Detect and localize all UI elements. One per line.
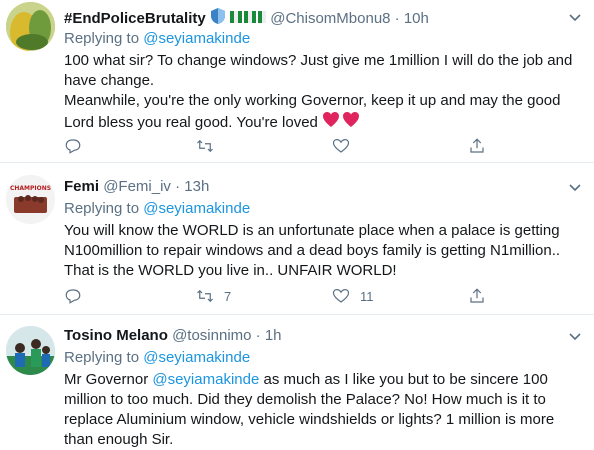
retweet-count: 7 xyxy=(224,288,232,304)
nigeria-flag-icon xyxy=(230,9,267,31)
tweet-text-line: million to too much. Did they demolish t… xyxy=(64,391,546,408)
display-name[interactable]: #EndPoliceBrutality xyxy=(64,10,206,27)
like-icon xyxy=(332,289,350,303)
reply-icon xyxy=(65,289,81,304)
more-chevron-icon[interactable] xyxy=(566,178,584,196)
heart-emoji-icon xyxy=(322,111,360,135)
tweet-actions xyxy=(64,136,504,156)
tweet-text-line: Mr Governor @seyiamakinde as much as I l… xyxy=(64,371,548,388)
tweet-text-line: than enough Sir. xyxy=(64,431,174,448)
like-button[interactable]: 11 xyxy=(332,286,374,306)
separator-dot: · xyxy=(175,178,181,195)
avatar[interactable] xyxy=(6,2,55,51)
tweet-text-line: Meanwhile, you're the only working Gover… xyxy=(64,92,561,109)
tweet-header: #EndPoliceBrutality @ChisomMbonu8 · 10h xyxy=(64,7,584,27)
avatar[interactable]: CHAMPIONS xyxy=(6,175,55,224)
replying-to-label: Replying to xyxy=(64,349,144,366)
reply-button[interactable] xyxy=(64,136,92,156)
reply-icon xyxy=(65,139,81,154)
like-button[interactable] xyxy=(332,136,360,156)
tweet-text-line: replace Aluminium window, vehicle windsh… xyxy=(64,411,555,428)
user-handle[interactable]: @ChisomMbonu8 xyxy=(270,10,390,27)
tweet-text-line: You will know the WORLD is an unfortunat… xyxy=(64,222,560,239)
replying-to-label: Replying to xyxy=(64,30,144,47)
replying-to: Replying to @seyiamakinde xyxy=(64,348,584,368)
user-handle[interactable]: @tosinnimo xyxy=(172,327,251,344)
tweet-text-line: Lord bless you real good. You're loved xyxy=(64,111,584,135)
tweet-text-line: have change. xyxy=(64,72,155,89)
tweet-text-line: N100million to repair windows and a dead… xyxy=(64,242,561,259)
retweet-button[interactable] xyxy=(196,136,224,156)
more-chevron-icon[interactable] xyxy=(566,327,584,345)
display-name[interactable]: Femi xyxy=(64,178,99,195)
replying-to: Replying to @seyiamakinde xyxy=(64,199,584,219)
tweet-header: Tosino Melano @tosinnimo · 1h xyxy=(64,326,584,346)
display-name[interactable]: Tosino Melano xyxy=(64,327,168,344)
user-handle[interactable]: @Femi_iv xyxy=(103,178,171,195)
share-button[interactable] xyxy=(468,136,486,156)
tweet-text-line: 100 what sir? To change windows? Just gi… xyxy=(64,52,573,69)
separator-dot: · xyxy=(394,10,400,27)
avatar[interactable] xyxy=(6,326,55,375)
avatar-text: CHAMPIONS xyxy=(10,185,51,192)
more-chevron-icon[interactable] xyxy=(566,8,584,26)
replying-to-mention[interactable]: @seyiamakinde xyxy=(143,349,250,366)
timestamp[interactable]: 10h xyxy=(404,10,429,27)
tweet-1[interactable]: #EndPoliceBrutality @ChisomMbonu8 · 10h … xyxy=(0,0,594,163)
tweet-2[interactable]: CHAMPIONS Femi @Femi_iv · 13h Replying t… xyxy=(0,163,594,315)
retweet-button[interactable]: 7 xyxy=(196,286,231,306)
like-icon xyxy=(332,139,350,153)
tweet-actions: 7 11 xyxy=(64,286,504,306)
tweet-header: Femi @Femi_iv · 13h xyxy=(64,177,584,197)
timestamp[interactable]: 13h xyxy=(184,178,209,195)
timestamp[interactable]: 1h xyxy=(265,327,282,344)
share-icon xyxy=(470,288,484,303)
tweet-text-line: That is the WORLD you live in.. UNFAIR W… xyxy=(64,262,397,279)
inline-mention[interactable]: @seyiamakinde xyxy=(152,371,259,388)
like-count: 11 xyxy=(360,288,374,304)
replying-to-label: Replying to xyxy=(64,200,144,217)
replying-to: Replying to @seyiamakinde xyxy=(64,29,584,49)
reply-button[interactable] xyxy=(64,286,92,306)
replying-to-mention[interactable]: @seyiamakinde xyxy=(143,30,250,47)
share-button[interactable] xyxy=(468,286,486,306)
replying-to-mention[interactable]: @seyiamakinde xyxy=(143,200,250,217)
retweet-icon xyxy=(197,289,213,303)
tweet-text: 100 what sir? To change windows? Just gi… xyxy=(64,51,584,135)
tweet-text: You will know the WORLD is an unfortunat… xyxy=(64,221,584,281)
retweet-icon xyxy=(197,139,213,153)
separator-dot: · xyxy=(255,327,261,344)
share-icon xyxy=(470,138,484,153)
tweet-3[interactable]: Tosino Melano @tosinnimo · 1h Replying t… xyxy=(0,315,594,450)
tweet-text: Mr Governor @seyiamakinde as much as I l… xyxy=(64,370,584,450)
verified-shield-icon xyxy=(210,7,226,31)
